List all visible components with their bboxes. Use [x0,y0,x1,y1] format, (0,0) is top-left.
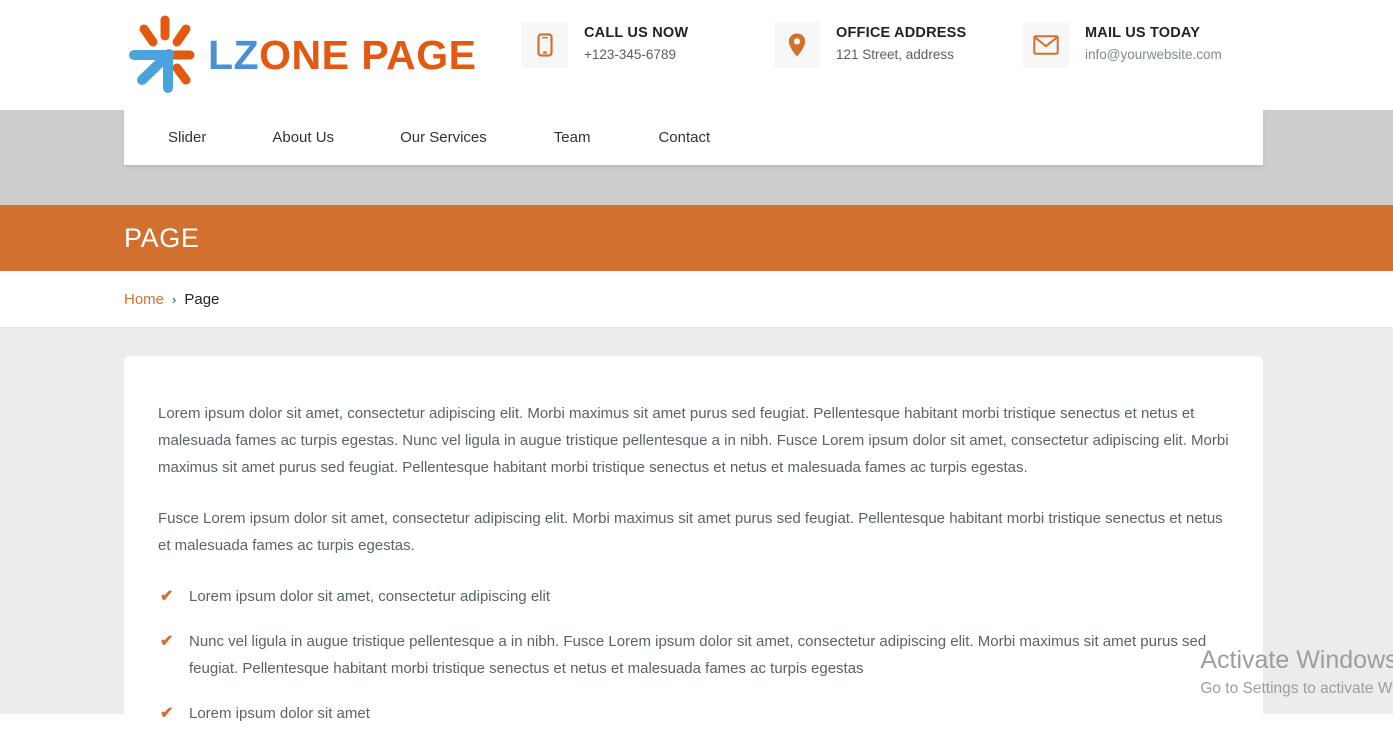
list-item-text: Nunc vel ligula in augue tristique pelle… [189,633,1207,677]
contact-text-phone: CALL US NOW +123-345-6789 [584,22,688,64]
page-title: PAGE [124,222,200,253]
breadcrumb-link-home[interactable]: Home [124,291,164,308]
breadcrumb-bar: Home › Page [0,271,1393,328]
logo-text-lz: LZ [208,31,260,78]
list-item: ✔ Lorem ipsum dolor sit amet [158,700,1229,727]
list-item: ✔ Lorem ipsum dolor sit amet, consectetu… [158,583,1229,610]
list-item: ✔ Nunc vel ligula in augue tristique pel… [158,628,1229,682]
check-mark-icon: ✔ [160,705,174,722]
site-header: LZONE PAGE CALL US NOW +123-345-6789 OFF… [0,0,1393,110]
logo-text-onepage: ONE PAGE [259,31,477,78]
contact-title-phone: CALL US NOW [584,25,689,41]
contact-block-mail[interactable]: MAIL US TODAY info@yourwebsite.com [1023,22,1222,68]
contact-title-mail: MAIL US TODAY [1085,25,1201,41]
nav-item-our-services[interactable]: Our Services [390,110,497,165]
check-mark-icon: ✔ [160,633,174,650]
contact-value-mail: info@yourwebsite.com [1085,47,1222,63]
main-navigation: Slider About Us Our Services Team Contac… [124,110,1263,165]
logo-wordmark: LZONE PAGE [208,31,477,78]
list-item-text: Lorem ipsum dolor sit amet, consectetur … [189,588,550,605]
contact-text-address: OFFICE ADDRESS 121 Street, address [836,22,966,64]
mobile-phone-icon [522,22,568,68]
nav-item-about-us[interactable]: About Us [262,110,344,165]
check-mark-icon: ✔ [160,588,174,605]
contact-value-address: 121 Street, address [836,47,954,63]
content-area: Lorem ipsum dolor sit amet, consectetur … [0,328,1393,747]
nav-item-slider[interactable]: Slider [158,110,216,165]
site-logo[interactable]: LZONE PAGE [124,13,476,97]
feature-check-list: ✔ Lorem ipsum dolor sit amet, consectetu… [158,583,1229,747]
page-title-banner: PAGE [0,205,1393,271]
body-paragraph-2: Fusce Lorem ipsum dolor sit amet, consec… [158,510,1223,554]
body-paragraph-1: Lorem ipsum dolor sit amet, consectetur … [158,405,1229,476]
breadcrumb: Home › Page [124,291,219,308]
nav-item-contact[interactable]: Contact [648,110,720,165]
map-pin-icon [774,22,820,68]
contact-value-phone: +123-345-6789 [584,47,676,63]
contact-text-mail: MAIL US TODAY info@yourwebsite.com [1085,22,1222,64]
breadcrumb-current: Page [184,290,220,308]
chevron-right-icon: › [172,291,177,307]
content-card: Lorem ipsum dolor sit amet, consectetur … [124,356,1263,747]
envelope-icon [1023,22,1069,68]
nav-band: Slider About Us Our Services Team Contac… [0,110,1393,205]
contact-title-address: OFFICE ADDRESS [836,25,967,41]
starburst-arrow-logo-icon [124,14,206,96]
list-item-text: Lorem ipsum dolor sit amet [189,705,370,722]
nav-item-team[interactable]: Team [544,110,601,165]
contact-block-phone[interactable]: CALL US NOW +123-345-6789 [522,22,688,68]
contact-block-address[interactable]: OFFICE ADDRESS 121 Street, address [774,22,966,68]
